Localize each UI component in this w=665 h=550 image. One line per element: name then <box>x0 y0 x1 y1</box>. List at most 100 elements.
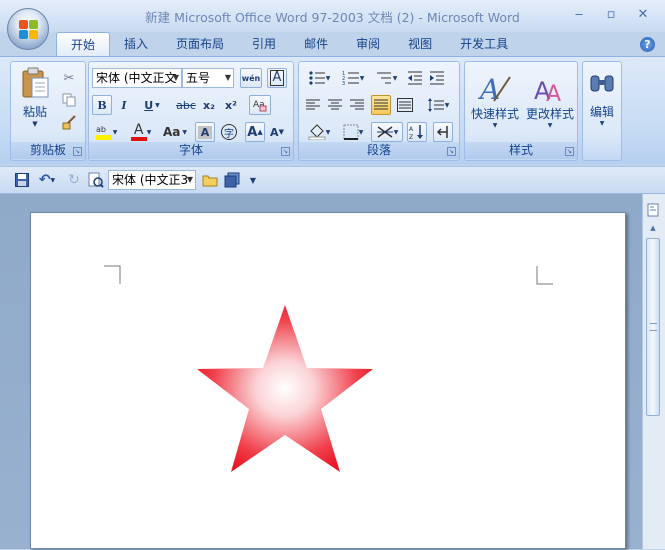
paste-button[interactable]: 粘贴 ▼ <box>15 66 55 128</box>
copy-button[interactable] <box>59 90 79 110</box>
tab-view[interactable]: 视图 <box>394 32 446 57</box>
enclose-char-button[interactable]: 字 <box>219 122 239 142</box>
font-size-select[interactable]: 五号 ▼ <box>182 68 234 88</box>
chevron-down-icon: ▼ <box>492 122 498 129</box>
borders-button[interactable]: ▼ <box>337 122 369 142</box>
italic-icon: I <box>121 98 127 112</box>
distributed-button[interactable] <box>395 95 415 115</box>
tab-home[interactable]: 开始 <box>56 32 111 57</box>
ruler-toggle-button[interactable] <box>646 202 660 218</box>
cut-button[interactable]: ✂ <box>59 68 79 88</box>
bullets-button[interactable]: ▼ <box>303 68 335 88</box>
align-right-button[interactable] <box>347 95 367 115</box>
scrollbar-thumb[interactable] <box>646 238 660 416</box>
decrease-indent-icon <box>408 71 422 85</box>
numbering-button[interactable]: 123 ▼ <box>337 68 369 88</box>
redo-button[interactable]: ↻ <box>64 170 84 190</box>
dialog-launcher-icon[interactable]: ↘ <box>565 147 574 156</box>
change-case-icon: Aa <box>162 125 181 139</box>
sort-icon: AZ <box>409 125 423 140</box>
strikethrough-icon: abc <box>176 98 196 112</box>
save-all-button[interactable] <box>222 170 242 190</box>
char-border-button[interactable]: A <box>267 68 287 88</box>
strikethrough-button[interactable]: abc <box>173 95 199 115</box>
qat-font-select[interactable]: 宋体 (中文正3 ▼ <box>108 170 196 190</box>
align-center-button[interactable] <box>325 95 345 115</box>
subscript-button[interactable]: x₂ <box>199 95 219 115</box>
show-hide-marks-button[interactable] <box>433 122 453 142</box>
office-button[interactable] <box>7 8 49 50</box>
multilevel-list-button[interactable]: ▼ <box>371 68 401 88</box>
chevron-down-icon: ▼ <box>249 175 257 185</box>
undo-button[interactable]: ↶ ▼ <box>34 170 60 190</box>
phonetic-guide-button[interactable]: wén <box>240 68 262 88</box>
quick-styles-label: 快速样式 <box>470 107 519 121</box>
tab-insert[interactable]: 插入 <box>110 32 162 57</box>
paragraph-group-label: 段落 <box>299 142 459 159</box>
chevron-down-icon: ▼ <box>358 128 364 136</box>
chevron-down-icon: ▼ <box>182 128 187 136</box>
sort-button[interactable]: AZ <box>407 122 427 142</box>
quick-styles-icon: A <box>478 73 511 105</box>
dialog-launcher-icon[interactable]: ↘ <box>447 147 456 156</box>
justify-icon <box>374 99 388 110</box>
scissors-icon: ✂ <box>63 70 75 86</box>
clear-formatting-button[interactable]: Aa <box>249 95 271 115</box>
chevron-down-icon: ▼ <box>172 73 179 82</box>
document-page[interactable] <box>30 212 626 549</box>
svg-text:Z: Z <box>409 134 413 140</box>
decrease-indent-button[interactable] <box>405 68 425 88</box>
editing-button[interactable]: 编辑 ▼ <box>585 66 619 134</box>
save-button[interactable] <box>12 170 32 190</box>
chevron-down-icon: ▼ <box>547 122 553 129</box>
change-case-button[interactable]: Aa ▼ <box>159 122 191 142</box>
customize-qat-button[interactable]: ▼ <box>246 170 260 190</box>
minimize-button[interactable]: ‒ <box>565 5 593 25</box>
shrink-font-button[interactable]: A ▼ <box>267 122 287 142</box>
format-painter-button[interactable] <box>59 112 79 132</box>
grow-font-button[interactable]: A ▲ <box>245 122 265 142</box>
change-styles-label: 更改样式 <box>525 107 574 121</box>
print-preview-button[interactable] <box>86 170 106 190</box>
chinese-layout-button[interactable]: ▼ <box>371 122 403 142</box>
tab-review[interactable]: 审阅 <box>342 32 394 57</box>
dialog-launcher-icon[interactable]: ↘ <box>281 147 290 156</box>
dialog-launcher-icon[interactable]: ↘ <box>73 147 82 156</box>
distributed-icon <box>397 98 413 112</box>
increase-indent-button[interactable] <box>427 68 447 88</box>
justify-button[interactable] <box>371 95 391 115</box>
font-group-label: 字体 <box>89 142 293 159</box>
font-name-select[interactable]: 宋体 (中文正文 ▼ <box>92 68 182 88</box>
chevron-down-icon: ▼ <box>359 74 365 82</box>
folder-icon <box>202 175 218 187</box>
align-left-button[interactable] <box>303 95 323 115</box>
char-shading-button[interactable]: A <box>195 122 215 142</box>
borders-icon <box>343 124 359 140</box>
vertical-scrollbar[interactable]: ▲ <box>642 194 665 549</box>
font-color-button[interactable]: A ▼ <box>127 122 155 142</box>
line-spacing-button[interactable]: ▼ <box>421 95 455 115</box>
help-icon[interactable]: ? <box>640 37 655 52</box>
open-button[interactable] <box>200 170 220 190</box>
ribbon: 粘贴 ▼ ✂ 剪贴板 ↘ 宋体 (中文正文 ▼ 五号 ▼ wén A B I U… <box>0 56 665 164</box>
italic-button[interactable]: I <box>114 95 134 115</box>
scroll-up-button[interactable]: ▲ <box>646 220 660 236</box>
highlight-button[interactable]: ab ▼ <box>92 122 120 142</box>
char-shading-icon: A <box>197 125 213 139</box>
chevron-down-icon: ▼ <box>32 119 38 128</box>
tab-page-layout[interactable]: 页面布局 <box>162 32 238 57</box>
chevron-down-icon: ▼ <box>599 120 605 127</box>
subscript-icon: x₂ <box>203 98 215 112</box>
tab-mailings[interactable]: 邮件 <box>290 32 342 57</box>
quick-styles-button[interactable]: A 快速样式 ▼ <box>468 66 522 134</box>
close-button[interactable]: ✕ <box>629 5 657 25</box>
underline-button[interactable]: U ▼ <box>138 95 166 115</box>
change-styles-button[interactable]: AA 更改样式 ▼ <box>523 66 577 134</box>
tab-developer[interactable]: 开发工具 <box>446 32 522 57</box>
star-shape[interactable] <box>197 305 373 472</box>
bold-button[interactable]: B <box>92 95 112 115</box>
shading-button[interactable]: ▼ <box>303 122 335 142</box>
superscript-button[interactable]: x² <box>221 95 241 115</box>
maximize-button[interactable]: ▫ <box>597 5 625 25</box>
tab-references[interactable]: 引用 <box>238 32 290 57</box>
